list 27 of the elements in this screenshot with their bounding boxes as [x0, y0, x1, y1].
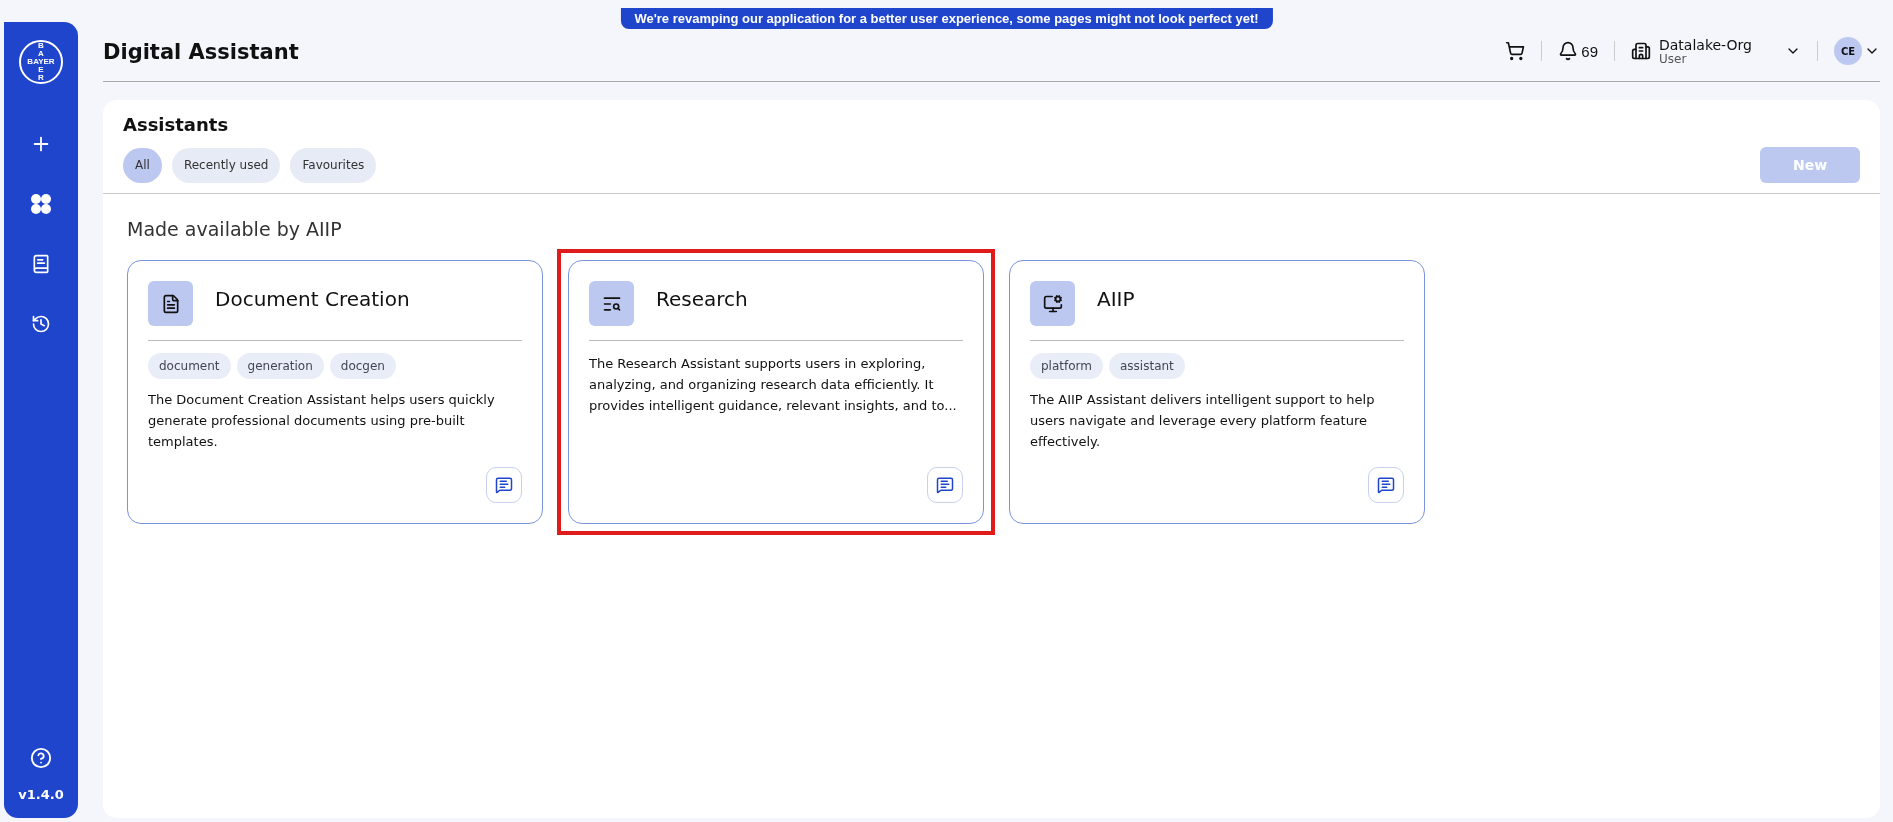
section-title: Made available by AIIP [127, 218, 343, 240]
card-title: Research [656, 286, 748, 313]
assistant-card[interactable]: Document Creation document generation docgen The Document Creation Assistant helps users quickly generate professional documents using pre-built templates. [127, 260, 543, 524]
org-name: Datalake-Org [1659, 36, 1753, 53]
filter-chip[interactable]: Favourites [290, 147, 377, 183]
panel-title: Assistants [123, 114, 230, 135]
card-description: The AIIP Assistant delivers intelligent support to help users navigate and leverage every platform feature effectively. [1030, 391, 1376, 451]
page-title: Digital Assistant [103, 39, 300, 64]
tag: generation [236, 353, 324, 379]
card-description: The Research Assistant supports users in exploring, analyzing, and organizing research data efficiently. It provides intelligent guidance, relevant insights, and to... [589, 355, 958, 415]
tag: platform [1030, 353, 1103, 379]
tag: docgen [329, 353, 396, 379]
filter-chip[interactable]: All [123, 147, 162, 183]
logo-icon: BA BAYER ER [19, 40, 63, 84]
card-title: Document Creation [215, 286, 410, 313]
card-title: AIIP [1097, 286, 1135, 313]
avatar[interactable]: CE [1834, 37, 1862, 66]
version-label: v1.4.0 [18, 787, 64, 802]
card-description: The Document Creation Assistant helps users quickly generate professional documents using pre-built templates. [148, 391, 496, 451]
org-role: User [1659, 52, 1687, 67]
filter-chip[interactable]: Recently used [171, 147, 281, 183]
assistant-card[interactable]: AIIP platform assistant The AIIP Assistant delivers intelligent support to help users navigate and leverage every platform feature effectively. [1009, 260, 1425, 524]
notifications-button[interactable]: 69 [1558, 41, 1598, 62]
tag: document [148, 353, 231, 379]
notice-banner: We're revamping our application for a better user experience, some pages might not look perfect yet! [620, 8, 1273, 29]
assistant-card[interactable]: Research The Research Assistant supports users in exploring, analyzing, and organizing research data efficiently. It provides intelligent guidance, relevant insights, and to... [568, 260, 984, 524]
tag: assistant [1109, 353, 1185, 379]
